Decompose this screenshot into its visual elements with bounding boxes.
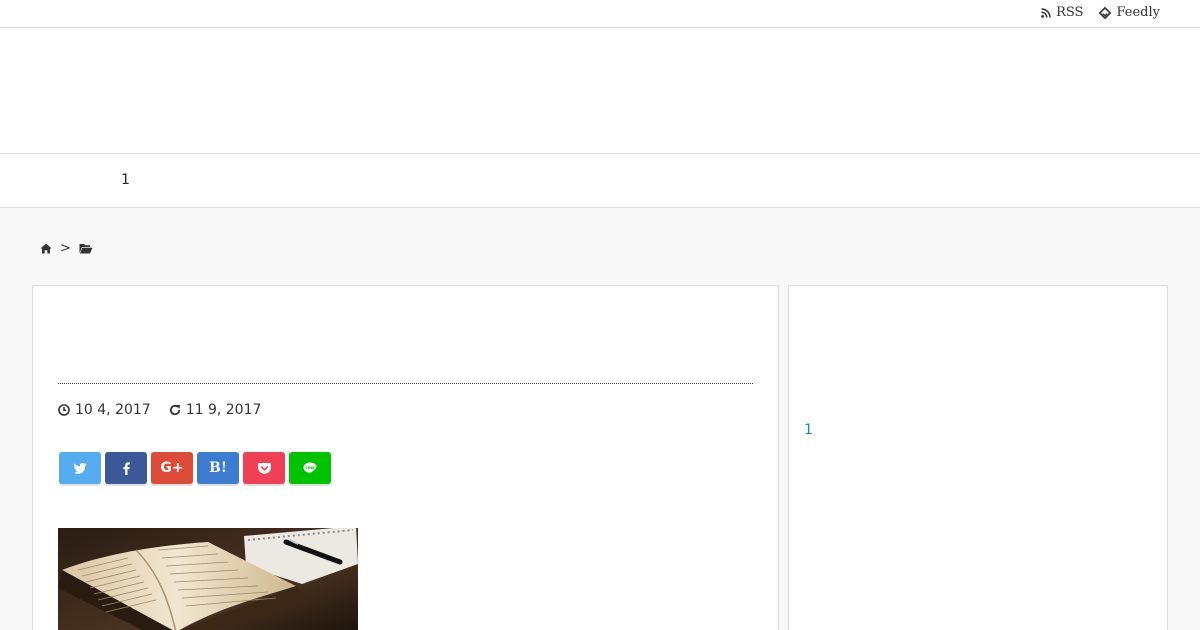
sidebar: 1 <box>788 285 1168 630</box>
article-card: 10 4, 2017 11 9, 2017 G+ B! LINE <box>32 285 779 630</box>
google-plus-share-button[interactable]: G+ <box>151 452 193 484</box>
refresh-icon <box>169 404 181 416</box>
updated-date-text: 11 9, 2017 <box>185 402 262 418</box>
feedly-link[interactable]: Feedly <box>1099 5 1160 20</box>
top-links: RSS Feedly <box>1041 5 1160 20</box>
pocket-icon <box>257 462 271 474</box>
google-plus-label: G+ <box>160 460 184 476</box>
rss-label: RSS <box>1056 5 1084 20</box>
feedly-label: Feedly <box>1116 5 1160 20</box>
rss-icon <box>1041 7 1051 18</box>
nav-item[interactable]: 1 <box>121 172 130 188</box>
facebook-icon <box>122 461 130 475</box>
sidebar-link[interactable]: 1 <box>804 422 813 438</box>
breadcrumb: > <box>40 241 93 256</box>
rss-link[interactable]: RSS <box>1041 5 1083 20</box>
breadcrumb-separator: > <box>60 241 71 256</box>
published-date-text: 10 4, 2017 <box>75 402 151 418</box>
feedly-icon <box>1099 6 1112 19</box>
article-dates: 10 4, 2017 11 9, 2017 <box>58 402 261 418</box>
twitter-share-button[interactable] <box>59 452 101 484</box>
folder-open-icon[interactable] <box>79 243 93 254</box>
article-thumbnail[interactable] <box>58 528 358 630</box>
share-buttons: G+ B! LINE <box>59 452 331 484</box>
hatena-label: B! <box>209 460 227 476</box>
pocket-share-button[interactable] <box>243 452 285 484</box>
line-icon: LINE <box>303 462 317 474</box>
top-bar: RSS Feedly <box>0 0 1200 28</box>
clock-icon <box>58 404 70 416</box>
home-icon[interactable] <box>40 243 52 254</box>
site-header <box>0 28 1200 154</box>
global-nav: 1 <box>0 154 1200 208</box>
line-share-button[interactable]: LINE <box>289 452 331 484</box>
svg-text:LINE: LINE <box>305 466 315 470</box>
updated-date: 11 9, 2017 <box>169 402 262 418</box>
published-date: 10 4, 2017 <box>58 402 151 418</box>
open-book-image <box>58 528 358 630</box>
hatena-bookmark-button[interactable]: B! <box>197 452 239 484</box>
title-divider <box>58 383 753 384</box>
facebook-share-button[interactable] <box>105 452 147 484</box>
twitter-icon <box>73 462 87 474</box>
